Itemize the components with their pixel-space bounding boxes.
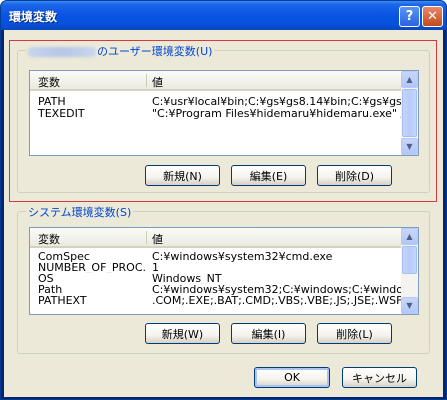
column-divider[interactable] — [146, 231, 147, 244]
scroll-up-button[interactable]: ▲ — [401, 228, 418, 245]
system-variables-list[interactable]: 変数 値 ComSpec C:¥windows¥system32¥cmd.exe… — [29, 227, 419, 315]
user-delete-button[interactable]: 削除(D) — [317, 165, 392, 186]
list-item[interactable]: PATH C:¥usr¥local¥bin;C:¥gs¥gs8.14¥bin;C… — [30, 96, 403, 107]
column-header-variable[interactable]: 変数 — [38, 74, 60, 90]
list-item[interactable]: TEXEDIT "C:¥Program Files¥hidemaru¥hidem… — [30, 108, 403, 119]
system-new-button[interactable]: 新規(W) — [145, 323, 220, 344]
blurred-username — [28, 47, 96, 57]
question-icon: ? — [405, 9, 414, 24]
variable-value: C:¥windows¥system32;C:¥windows;C:¥window… — [152, 284, 401, 295]
scroll-down-button[interactable]: ▼ — [401, 138, 418, 155]
arrow-down-icon: ▼ — [406, 301, 413, 310]
list-item[interactable]: OS Windows_NT — [30, 273, 403, 284]
list-header: 変数 値 — [30, 228, 403, 248]
variable-name: OS — [38, 273, 54, 284]
system-delete-button[interactable]: 削除(L) — [317, 323, 392, 344]
system-variables-group: システム環境変数(S) 変数 値 ComSpec C:¥windows¥syst… — [17, 204, 430, 354]
user-edit-button[interactable]: 編集(E) — [231, 165, 306, 186]
help-button[interactable]: ? — [399, 6, 420, 27]
arrow-up-icon: ▲ — [406, 232, 413, 241]
variable-value: C:¥windows¥system32¥cmd.exe — [152, 251, 333, 262]
column-divider[interactable] — [146, 74, 147, 87]
list-header: 変数 値 — [30, 71, 403, 91]
variable-name: TEXEDIT — [38, 108, 85, 119]
arrow-down-icon: ▼ — [406, 142, 413, 151]
column-header-value[interactable]: 値 — [152, 231, 163, 247]
environment-variables-dialog: 環境変数 ? ✕ のユーザー環境変数(U) 変数 値 PATH C:¥usr¥l… — [0, 0, 447, 400]
arrow-up-icon: ▲ — [406, 75, 413, 84]
variable-name: NUMBER_OF_PROC... — [38, 262, 146, 273]
ok-button[interactable]: OK — [254, 367, 330, 388]
scroll-thumb[interactable] — [402, 246, 417, 274]
variable-value: C:¥usr¥local¥bin;C:¥gs¥gs8.14¥bin;C:¥gs¥… — [152, 96, 401, 107]
system-variables-group-title: システム環境変数(S) — [26, 204, 134, 220]
close-icon: ✕ — [427, 9, 438, 24]
column-header-value[interactable]: 値 — [152, 74, 163, 90]
variable-name: ComSpec — [38, 251, 90, 262]
vertical-scrollbar[interactable]: ▲ ▼ — [401, 228, 418, 314]
user-variables-group-title: のユーザー環境変数(U) — [26, 43, 215, 59]
user-variables-group: のユーザー環境変数(U) 変数 値 PATH C:¥usr¥local¥bin;… — [17, 43, 430, 193]
variable-name: PATHEXT — [38, 295, 87, 306]
variable-name: Path — [38, 284, 63, 295]
vertical-scrollbar[interactable]: ▲ ▼ — [401, 71, 418, 155]
scroll-down-button[interactable]: ▼ — [401, 297, 418, 314]
cancel-button[interactable]: キャンセル — [342, 367, 417, 388]
close-button[interactable]: ✕ — [422, 6, 443, 27]
system-edit-button[interactable]: 編集(I) — [231, 323, 306, 344]
title-bar[interactable]: 環境変数 ? ✕ — [1, 1, 446, 30]
user-new-button[interactable]: 新規(N) — [145, 165, 220, 186]
list-item[interactable]: Path C:¥windows¥system32;C:¥windows;C:¥w… — [30, 284, 403, 295]
variable-value: 1 — [152, 262, 159, 273]
list-item[interactable]: NUMBER_OF_PROC... 1 — [30, 262, 403, 273]
dialog-body: のユーザー環境変数(U) 変数 値 PATH C:¥usr¥local¥bin;… — [4, 30, 443, 397]
variable-value: .COM;.EXE;.BAT;.CMD;.VBS;.VBE;.JS;.JSE;.… — [152, 295, 401, 306]
scroll-thumb[interactable] — [402, 89, 417, 137]
column-header-variable[interactable]: 変数 — [38, 231, 60, 247]
variable-value: Windows_NT — [152, 273, 222, 284]
list-item[interactable]: PATHEXT .COM;.EXE;.BAT;.CMD;.VBS;.VBE;.J… — [30, 295, 403, 306]
user-variables-label: のユーザー環境変数(U) — [97, 45, 213, 58]
window-title: 環境変数 — [9, 10, 58, 24]
variable-value: "C:¥Program Files¥hidemaru¥hidemaru.exe"… — [152, 108, 401, 119]
scroll-up-button[interactable]: ▲ — [401, 71, 418, 88]
user-variables-list[interactable]: 変数 値 PATH C:¥usr¥local¥bin;C:¥gs¥gs8.14¥… — [29, 70, 419, 156]
list-item[interactable]: ComSpec C:¥windows¥system32¥cmd.exe — [30, 251, 403, 262]
variable-name: PATH — [38, 96, 66, 107]
